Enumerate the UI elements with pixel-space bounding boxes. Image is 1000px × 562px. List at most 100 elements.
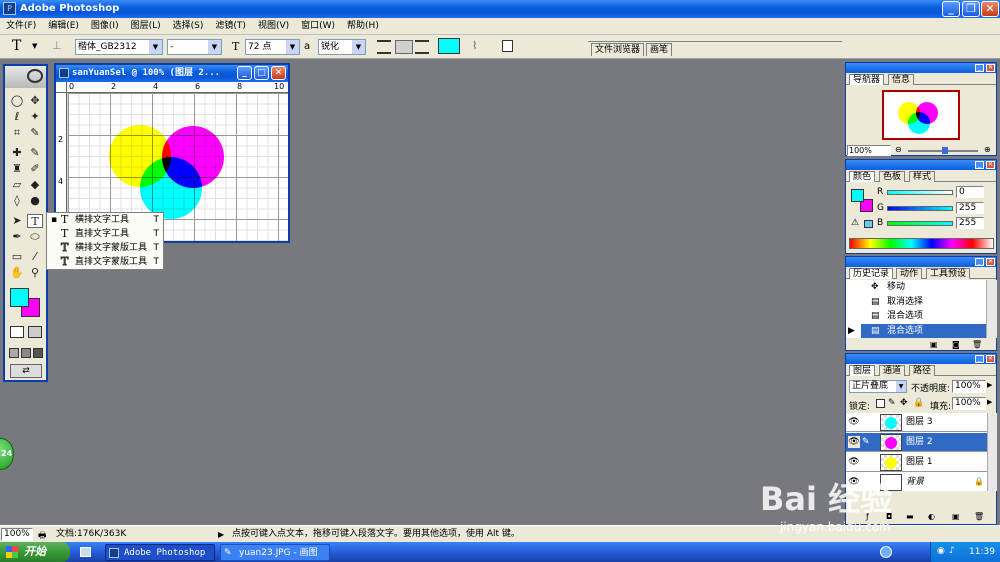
font-size-select[interactable]: 72 点 ▼ <box>245 39 300 55</box>
screen-mode-menu-icon[interactable] <box>21 348 31 358</box>
menu-window[interactable]: 窗口(W) <box>295 18 341 35</box>
doc-close-button[interactable]: ✕ <box>271 66 286 80</box>
web-color-swatch[interactable] <box>864 220 873 228</box>
tab-layers[interactable]: 图层 <box>849 365 876 376</box>
align-right-icon[interactable] <box>415 40 429 54</box>
tray-volume-icon[interactable]: ♪ <box>949 546 955 556</box>
eye-icon[interactable]: 👁 <box>848 436 860 448</box>
eyedropper-icon[interactable]: ⁄ <box>27 250 43 264</box>
blend-mode-select[interactable]: 正片叠底 ▼ <box>849 380 907 393</box>
history-item[interactable]: ✥ 移动 <box>861 280 997 294</box>
close-button[interactable]: ✕ <box>981 1 999 17</box>
tab-info[interactable]: 信息 <box>888 74 915 85</box>
crop-tool-icon[interactable]: ⌗ <box>9 126 25 140</box>
tab-actions[interactable]: 动作 <box>896 268 923 279</box>
menu-edit[interactable]: 编辑(E) <box>42 18 85 35</box>
navigator-zoom-field[interactable]: 100% <box>847 145 891 156</box>
show-desktop-icon[interactable] <box>80 547 91 557</box>
zoom-out-icon[interactable]: ⊖ <box>895 145 902 154</box>
zoom-in-icon[interactable]: ⊕ <box>984 145 991 154</box>
foreground-color-swatch[interactable] <box>10 288 29 307</box>
text-tool-preset-icon[interactable]: T <box>12 38 21 54</box>
taskbar-item-paint[interactable]: ✎ yuan23.JPG - 画图 <box>220 544 330 561</box>
type-tool-icon[interactable]: T <box>27 214 43 228</box>
tab-brushes[interactable]: 画笔 <box>646 43 673 56</box>
tab-history[interactable]: 历史记录 <box>849 268 894 279</box>
text-color-swatch[interactable] <box>438 38 460 54</box>
color-g-slider[interactable] <box>887 206 953 211</box>
panel-minimize-button[interactable]: _ <box>975 64 984 72</box>
layer-row[interactable]: 👁 图层 1 <box>846 453 987 472</box>
doc-maximize-button[interactable]: □ <box>254 66 269 80</box>
zoom-tool-icon[interactable]: ⚲ <box>27 266 43 280</box>
blur-tool-icon[interactable]: ◊ <box>9 194 25 208</box>
color-b-slider[interactable] <box>887 221 953 226</box>
panel-minimize-button[interactable]: _ <box>975 355 984 363</box>
history-item[interactable]: ▤ 取消选择 <box>861 295 997 309</box>
flyout-item-horizontal-type[interactable]: ▪ T 横排文字工具 T <box>47 213 163 227</box>
lock-transparency-icon[interactable] <box>876 399 885 408</box>
layer-row[interactable]: 👁 图层 3 <box>846 413 987 432</box>
snapshot-icon[interactable]: ◙ <box>952 340 960 349</box>
brush-tool-icon[interactable]: ✎ <box>27 146 43 160</box>
tab-navigator[interactable]: 导航器 <box>849 74 885 85</box>
color-r-field[interactable]: 0 <box>956 186 984 198</box>
slice-tool-icon[interactable]: ✎ <box>27 126 43 140</box>
tab-tool-presets[interactable]: 工具预设 <box>926 268 971 279</box>
screen-mode-standard-icon[interactable] <box>9 348 19 358</box>
menu-help[interactable]: 帮助(H) <box>341 18 385 35</box>
standard-mode-icon[interactable] <box>10 326 24 338</box>
paint-bucket-icon[interactable]: ◆ <box>27 178 43 192</box>
tab-channels[interactable]: 通道 <box>879 365 906 376</box>
history-item[interactable]: ▤ 混合选项 <box>861 309 997 323</box>
align-center-icon[interactable] <box>395 40 413 54</box>
font-family-select[interactable]: 楷体_GB2312 ▼ <box>75 39 163 55</box>
panel-close-button[interactable]: ✕ <box>986 64 995 72</box>
panel-minimize-button[interactable]: _ <box>975 161 984 169</box>
warp-text-icon[interactable]: ⌇ <box>472 39 477 52</box>
eye-icon[interactable]: 👁 <box>848 416 860 428</box>
menu-layer[interactable]: 图层(L) <box>125 18 167 35</box>
layers-scrollbar[interactable] <box>987 413 997 491</box>
status-zoom-field[interactable]: 100% <box>1 528 33 541</box>
opacity-field[interactable]: 100% <box>952 380 986 393</box>
minimize-button[interactable]: _ <box>942 1 960 17</box>
color-spectrum-bar[interactable] <box>849 238 994 249</box>
color-r-slider[interactable] <box>887 190 953 195</box>
taskbar-item-photoshop[interactable]: Adobe Photoshop <box>105 544 215 561</box>
tray-network-icon[interactable]: ◉ <box>937 546 945 556</box>
hand-tool-icon[interactable]: ✋ <box>9 266 25 280</box>
lock-image-icon[interactable]: ✎ <box>888 398 896 408</box>
text-orientation-icon[interactable]: ⊥ <box>52 39 62 52</box>
pen-tool-icon[interactable]: ✒ <box>9 230 25 244</box>
palette-toggle-icon[interactable] <box>502 40 513 52</box>
status-arrow-icon[interactable]: ▶ <box>218 526 224 543</box>
quickmask-mode-icon[interactable] <box>28 326 42 338</box>
menu-image[interactable]: 图像(I) <box>85 18 125 35</box>
anti-alias-select[interactable]: 锐化 ▼ <box>318 39 366 55</box>
fill-field[interactable]: 100% <box>952 397 986 410</box>
color-b-field[interactable]: 255 <box>956 217 984 229</box>
path-select-icon[interactable]: ➤ <box>9 214 25 228</box>
panel-close-button[interactable]: ✕ <box>986 161 995 169</box>
chevron-down-icon[interactable]: ▼ <box>32 42 37 50</box>
flyout-item-vertical-type[interactable]: T 直排文字工具 T <box>47 227 163 241</box>
tab-swatches[interactable]: 色板 <box>879 171 906 182</box>
opacity-arrow-icon[interactable]: ▶ <box>987 381 992 389</box>
healing-brush-icon[interactable]: ✚ <box>9 146 25 160</box>
slider-thumb[interactable] <box>942 147 948 154</box>
fill-arrow-icon[interactable]: ▶ <box>987 398 992 406</box>
jump-to-imageready-icon[interactable]: ⇄ <box>10 364 42 378</box>
lock-all-icon[interactable]: 🔒 <box>913 398 924 408</box>
flyout-item-horizontal-type-mask[interactable]: T 横排文字蒙版工具 T <box>47 241 163 255</box>
eye-icon[interactable]: 👁 <box>848 456 860 468</box>
history-item-selected[interactable]: ▤ 混合选项 <box>861 324 997 338</box>
align-left-icon[interactable] <box>377 40 391 54</box>
tab-file-browser[interactable]: 文件浏览器 <box>591 43 645 56</box>
tab-color[interactable]: 颜色 <box>849 171 876 182</box>
navigator-preview[interactable] <box>882 90 960 140</box>
flyout-item-vertical-type-mask[interactable]: T 直排文字蒙版工具 T <box>47 255 163 269</box>
stamp-tool-icon[interactable]: ♜ <box>9 162 25 176</box>
trash-icon[interactable]: 🗑 <box>972 340 982 349</box>
color-fg-swatch[interactable] <box>851 189 864 202</box>
